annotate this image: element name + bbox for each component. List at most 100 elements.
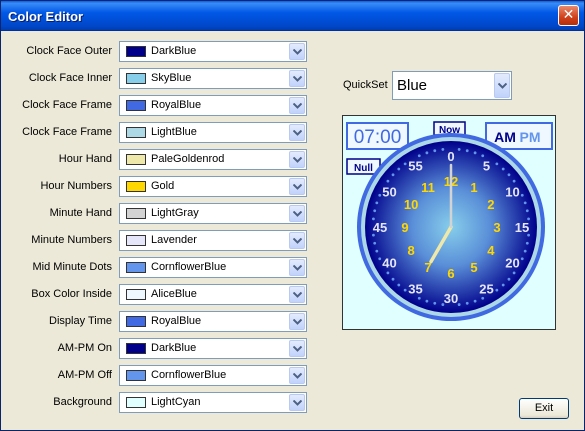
hour-number: 4	[487, 243, 495, 258]
setting-label: Minute Hand	[49, 207, 112, 219]
minute-number: 25	[479, 281, 493, 296]
color-editor-window: Color Editor ✕ Clock Face Outer DarkBlue C…	[0, 0, 585, 431]
color-dropdown[interactable]: Lavender	[119, 230, 307, 251]
null-button[interactable]: Null	[354, 163, 373, 174]
color-value: Gold	[151, 180, 175, 192]
minute-dot	[520, 257, 524, 261]
clock-preview: 07:00 Now AM PM Null 0 5 10 15 20 25 30 35 40 45 5…	[342, 115, 556, 330]
color-dropdown[interactable]: LightGray	[119, 203, 307, 224]
setting-label: Box Color Inside	[31, 288, 112, 300]
minute-dot	[457, 148, 461, 151]
dropdown-button[interactable]	[289, 394, 305, 411]
minute-dot	[507, 277, 511, 281]
dropdown-button[interactable]	[289, 313, 305, 330]
quickset-dropdown[interactable]: Blue	[392, 71, 512, 100]
minute-number: 5	[483, 159, 490, 174]
minute-dot	[378, 193, 382, 197]
dropdown-button[interactable]	[289, 367, 305, 384]
dropdown-button[interactable]	[289, 340, 305, 357]
setting-label: Background	[53, 396, 112, 408]
clock-preview-canvas: 07:00 Now AM PM Null 0510152025303540455…	[346, 121, 553, 321]
dropdown-button[interactable]	[289, 151, 305, 168]
chevron-down-icon	[293, 265, 302, 271]
hour-number: 5	[470, 260, 477, 275]
minute-dot	[403, 288, 407, 292]
minute-dot	[391, 173, 395, 177]
color-dropdown[interactable]: PaleGoldenrod	[119, 149, 307, 170]
minute-dot	[417, 296, 421, 300]
close-button[interactable]: ✕	[558, 5, 579, 26]
dropdown-button[interactable]	[289, 232, 305, 249]
minute-dot	[523, 201, 527, 205]
dropdown-button[interactable]	[289, 205, 305, 222]
minute-dot	[373, 209, 377, 213]
quickset-dropdown-button[interactable]	[494, 73, 510, 98]
color-swatch	[126, 397, 146, 408]
minute-dot	[512, 271, 516, 275]
minute-dot	[441, 148, 445, 151]
color-value: LightCyan	[151, 396, 201, 408]
color-swatch	[126, 208, 146, 219]
dropdown-button[interactable]	[289, 178, 305, 195]
pm-indicator: PM	[520, 129, 541, 145]
color-dropdown[interactable]: CornflowerBlue	[119, 365, 307, 386]
setting-label: Display Time	[49, 315, 112, 327]
setting-label: AM-PM Off	[57, 369, 112, 381]
color-swatch	[126, 370, 146, 381]
setting-label: Clock Face Frame	[22, 126, 112, 138]
color-swatch	[126, 73, 146, 84]
chevron-down-icon	[293, 211, 302, 217]
chevron-down-icon	[293, 76, 302, 82]
minute-dot	[481, 154, 485, 158]
minute-dot	[433, 301, 437, 305]
color-value: RoyalBlue	[151, 99, 202, 111]
dropdown-button[interactable]	[289, 43, 305, 60]
dropdown-button[interactable]	[289, 259, 305, 276]
minute-dot	[375, 201, 379, 205]
color-dropdown[interactable]: Gold	[119, 176, 307, 197]
setting-label: Mid Minute Dots	[32, 261, 112, 273]
hour-number: 6	[447, 266, 454, 281]
color-value: AliceBlue	[151, 288, 197, 300]
minute-number: 20	[505, 256, 519, 271]
minute-dot	[520, 193, 524, 197]
minute-dot	[495, 288, 499, 292]
color-value: RoyalBlue	[151, 315, 202, 327]
setting-label: Hour Hand	[58, 153, 112, 165]
setting-label: Clock Face Frame	[22, 99, 112, 111]
color-swatch	[126, 343, 146, 354]
color-dropdown[interactable]: DarkBlue	[119, 41, 307, 62]
hour-number: 2	[487, 197, 494, 212]
color-value: CornflowerBlue	[151, 261, 227, 273]
chevron-down-icon	[293, 157, 302, 163]
chevron-down-icon	[293, 373, 302, 379]
title-bar: Color Editor ✕	[1, 1, 584, 31]
minute-number: 35	[408, 281, 422, 296]
setting-label: Clock Face Inner	[28, 72, 112, 84]
color-dropdown[interactable]: AliceBlue	[119, 284, 307, 305]
minute-number: 50	[382, 185, 396, 200]
color-swatch	[126, 127, 146, 138]
exit-button[interactable]: Exit	[519, 398, 569, 419]
color-dropdown[interactable]: SkyBlue	[119, 68, 307, 89]
setting-label: Clock Face Outer	[26, 45, 112, 57]
dropdown-button[interactable]	[289, 286, 305, 303]
color-dropdown[interactable]: LightBlue	[119, 122, 307, 143]
color-swatch	[126, 262, 146, 273]
minute-dot	[507, 173, 511, 177]
minute-dot	[495, 162, 499, 166]
dropdown-button[interactable]	[289, 97, 305, 114]
color-dropdown[interactable]: LightCyan	[119, 392, 307, 413]
hour-number: 11	[421, 180, 435, 195]
dropdown-button[interactable]	[289, 124, 305, 141]
minute-dot	[523, 249, 527, 253]
color-dropdown[interactable]: CornflowerBlue	[119, 257, 307, 278]
color-dropdown[interactable]: RoyalBlue	[119, 95, 307, 116]
minute-dot	[397, 167, 401, 171]
color-value: LightGray	[151, 207, 199, 219]
chevron-down-icon	[293, 49, 302, 55]
color-dropdown[interactable]: RoyalBlue	[119, 311, 307, 332]
dropdown-button[interactable]	[289, 70, 305, 87]
color-dropdown[interactable]: DarkBlue	[119, 338, 307, 359]
setting-label: AM-PM On	[57, 342, 112, 354]
